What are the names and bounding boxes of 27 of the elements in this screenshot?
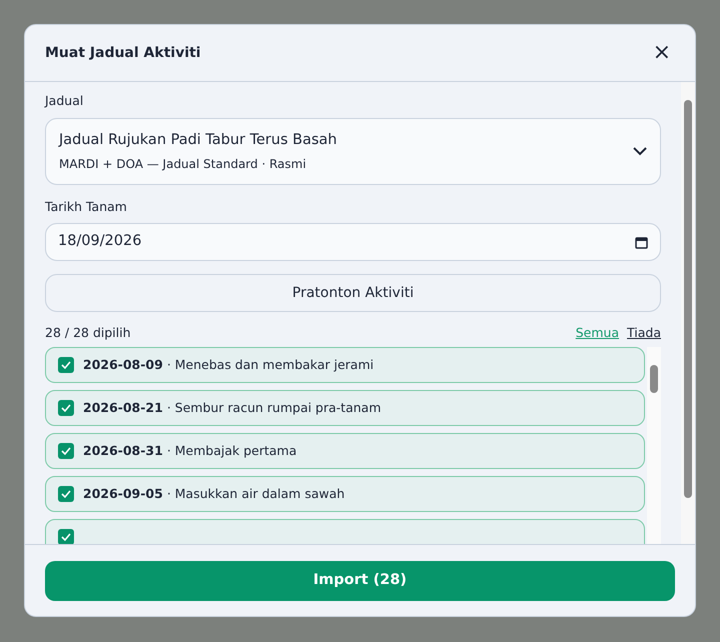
- calendar-icon: [635, 236, 648, 249]
- checkbox[interactable]: [58, 529, 74, 544]
- import-button[interactable]: Import (28): [45, 561, 675, 601]
- checkbox[interactable]: [58, 400, 74, 416]
- schedule-select[interactable]: Jadual Rujukan Padi Tabur Terus Basah MARDI + DOA — Jadual Standard · Rasmi: [45, 118, 661, 184]
- activity-text: 2026-09-05 · Masukkan air dalam sawah: [83, 484, 345, 503]
- date-input[interactable]: 18/09/2026: [45, 223, 661, 262]
- activity-row[interactable]: 2026-08-21 · Sembur racun rumpai pra-tanam: [45, 390, 645, 426]
- activity-text: 2026-08-31 · Membajak pertama: [83, 442, 297, 460]
- preview-button[interactable]: Pratonton Aktiviti: [45, 274, 661, 312]
- checkbox[interactable]: [58, 357, 74, 373]
- checkbox[interactable]: [58, 486, 74, 502]
- activity-text: 2026-08-09 · Menebas dan membakar jerami: [83, 356, 374, 374]
- dialog-title: Muat Jadual Aktiviti: [45, 44, 201, 62]
- close-button[interactable]: ×: [648, 42, 675, 64]
- scrollbar[interactable]: [647, 347, 661, 544]
- select-link[interactable]: Tiada: [627, 324, 661, 343]
- activity-row[interactable]: 2026-08-31 · Membajak pertama: [45, 433, 645, 469]
- scrollbar[interactable]: [681, 82, 695, 544]
- activity-row[interactable]: 2026-09-05 · Masukkan air dalam sawah: [45, 476, 645, 512]
- activity-text: 2026-08-21 · Sembur racun rumpai pra-tanam: [83, 398, 381, 417]
- chevron-down-icon: [633, 146, 647, 156]
- checkbox[interactable]: [58, 443, 74, 459]
- field-label: Tarikh Tanam: [45, 198, 127, 216]
- field-label: Jadual: [45, 92, 84, 110]
- activity-row[interactable]: 2026-08-09 · Menebas dan membakar jerami: [45, 347, 645, 383]
- selection-count: 28 / 28 dipilih: [45, 324, 131, 342]
